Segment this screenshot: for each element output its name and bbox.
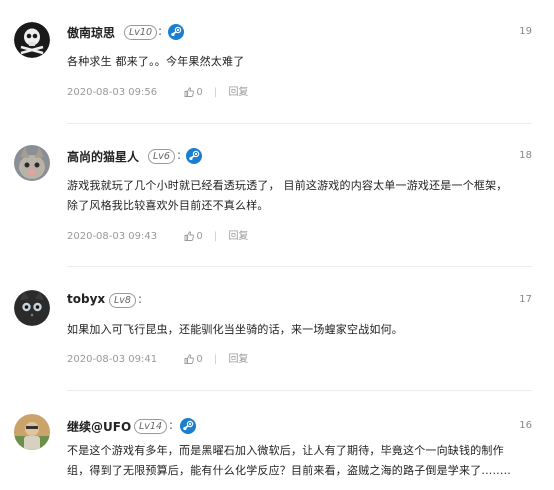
comment-meta: 2020-08-03 09:56 0 | 回复 [67, 83, 248, 98]
level-badge: Lv10 [124, 25, 158, 40]
timestamp: 2020-08-03 09:56 [67, 87, 158, 98]
like-count: 0 [196, 87, 203, 98]
thumb-up-icon [184, 231, 195, 241]
comment-text-line: 游戏我就玩了几个小时就已经看透玩透了， 目前这游戏的内容太单一游戏还是一个框架， [67, 179, 508, 192]
reply-button[interactable]: 回复 [228, 83, 248, 98]
meta-separator: | [213, 87, 218, 98]
username[interactable]: 高尚的猫星人 [67, 148, 139, 165]
comment-text-line: 各种求生 都来了。。今年果然太难了 [67, 55, 245, 68]
floor-number: 17 [519, 294, 532, 305]
thumb-up-icon [184, 354, 195, 364]
avatar[interactable] [14, 290, 50, 326]
username[interactable]: tobyx [67, 292, 105, 306]
username[interactable]: 继续@UFO [67, 418, 131, 435]
level-badge: Lv6 [148, 149, 175, 164]
avatar[interactable] [14, 22, 50, 58]
divider [67, 266, 532, 267]
floor-number: 19 [519, 26, 532, 37]
comment-text-line: 如果加入可飞行昆虫，还能驯化当坐骑的话，来一场蝗家空战如何。 [67, 323, 403, 336]
comment-meta: 2020-08-03 09:43 0 | 回复 [67, 227, 248, 242]
reply-button[interactable]: 回复 [228, 227, 248, 242]
avatar[interactable] [14, 414, 50, 450]
steam-icon[interactable] [168, 24, 184, 40]
thumb-up-icon [184, 87, 195, 97]
like-button[interactable]: 0 [184, 231, 203, 242]
like-count: 0 [196, 354, 203, 365]
meta-separator: | [213, 354, 218, 365]
like-button[interactable]: 0 [184, 354, 203, 365]
floor-number: 18 [519, 150, 532, 161]
comment-text: 如果加入可飞行昆虫，还能驯化当坐骑的话，来一场蝗家空战如何。 [67, 320, 537, 340]
reply-button[interactable]: 回复 [228, 350, 248, 365]
steam-icon[interactable] [186, 148, 202, 164]
avatar[interactable] [14, 145, 50, 181]
name-colon: : [138, 292, 143, 306]
comment-text: 不是这个游戏有多年，而是黑曜石加入微软后，让人有了期待，毕竟这个一向缺钱的制作 … [67, 441, 537, 481]
comment-text: 游戏我就玩了几个小时就已经看透玩透了， 目前这游戏的内容太单一游戏还是一个框架，… [67, 176, 537, 216]
comment-text: 各种求生 都来了。。今年果然太难了 [67, 52, 537, 72]
like-count: 0 [196, 231, 203, 242]
level-badge: Lv14 [134, 419, 168, 434]
timestamp: 2020-08-03 09:43 [67, 231, 158, 242]
comment-meta: 2020-08-03 09:41 0 | 回复 [67, 350, 248, 365]
steam-icon[interactable] [180, 418, 196, 434]
name-colon: : [169, 418, 174, 432]
like-button[interactable]: 0 [184, 87, 203, 98]
meta-separator: | [213, 231, 218, 242]
divider [67, 123, 532, 124]
divider [67, 390, 532, 391]
comment-text-line: 组，得到了无限预算后，能有什么化学反应？目前来看，盗贼之海的路子倒是学来了...… [67, 464, 511, 477]
comment-text-line: 不是这个游戏有多年，而是黑曜石加入微软后，让人有了期待，毕竟这个一向缺钱的制作 [67, 444, 504, 457]
username[interactable]: 傲南琼思 [67, 24, 115, 41]
level-badge: Lv8 [109, 293, 136, 308]
name-colon: : [177, 148, 182, 162]
timestamp: 2020-08-03 09:41 [67, 354, 158, 365]
name-colon: : [158, 24, 163, 38]
floor-number: 16 [519, 420, 532, 431]
comment-text-line: 除了风格我比较喜欢外目前还不真么样。 [67, 199, 269, 212]
